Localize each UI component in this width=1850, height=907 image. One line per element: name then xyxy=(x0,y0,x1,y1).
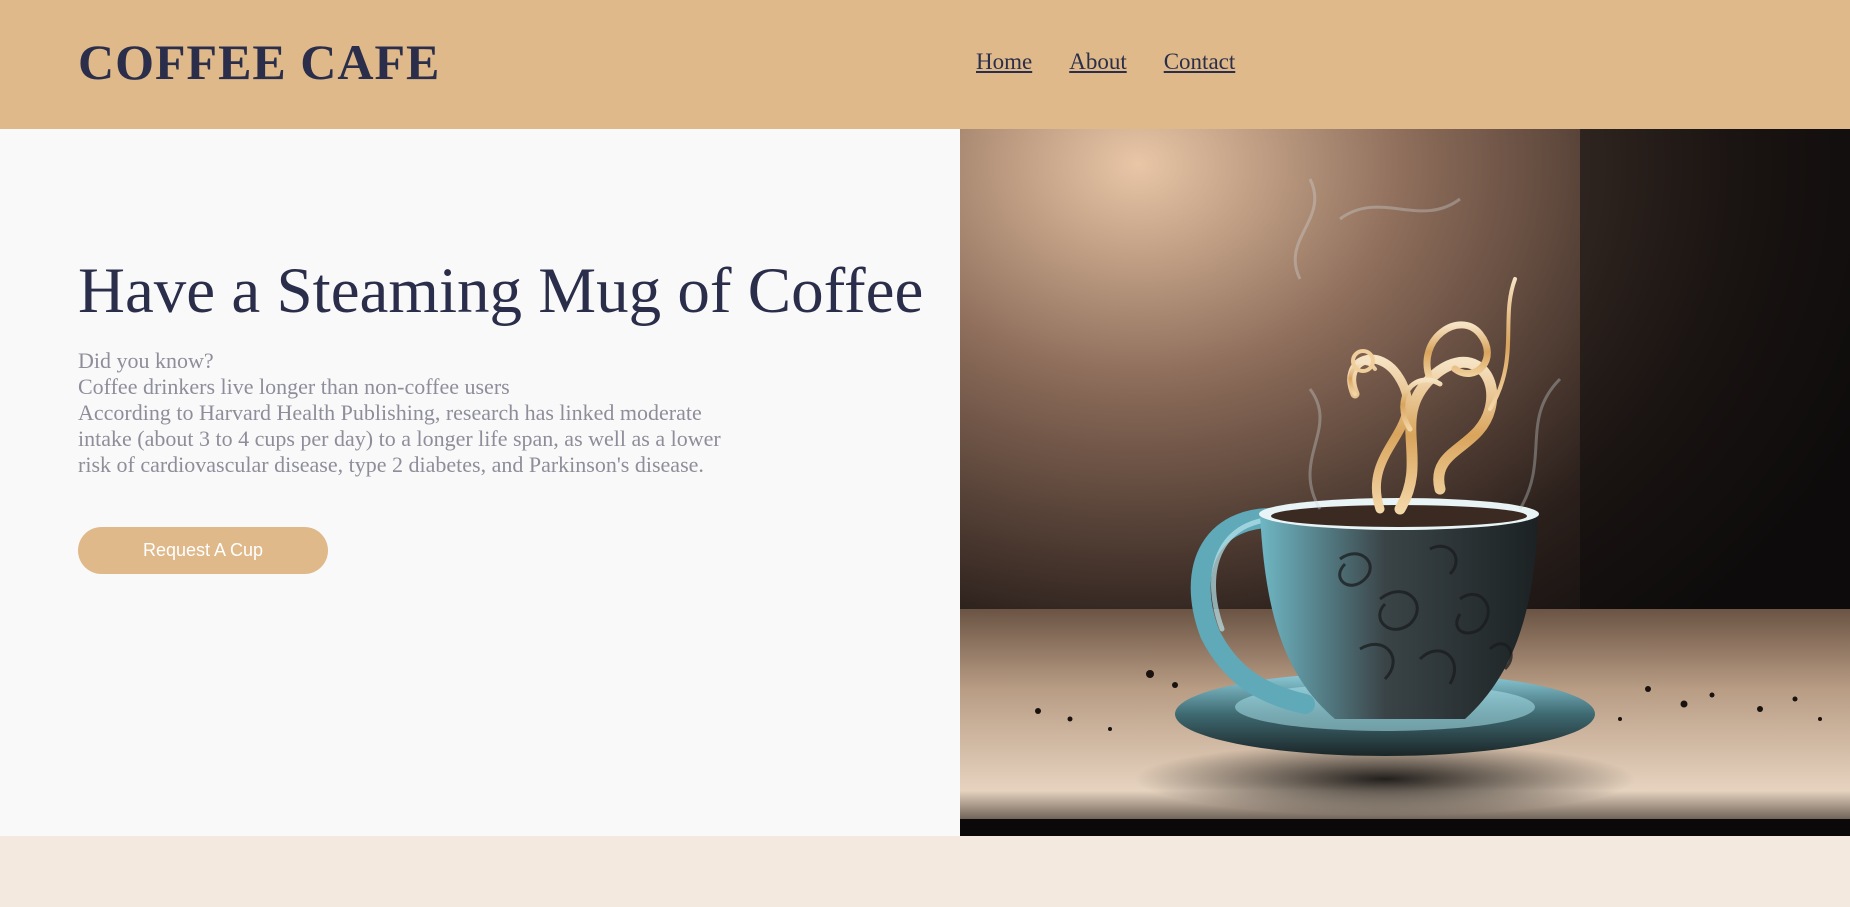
nav-link-contact[interactable]: Contact xyxy=(1164,48,1236,76)
site-header: COFFEE CAFE Home About Contact xyxy=(0,0,1850,129)
nav-link-about[interactable]: About xyxy=(1069,48,1127,76)
nav-link-home[interactable]: Home xyxy=(976,48,1032,76)
site-logo[interactable]: COFFEE CAFE xyxy=(78,34,440,90)
hero-line-claim: Coffee drinkers live longer than non-cof… xyxy=(78,374,510,399)
hero-description: Did you know? Coffee drinkers live longe… xyxy=(78,348,758,478)
coffee-cup-image xyxy=(960,129,1850,836)
footer-band xyxy=(0,836,1850,907)
hero-line-research: According to Harvard Health Publishing, … xyxy=(78,400,721,477)
request-cup-button[interactable]: Request A Cup xyxy=(78,527,328,574)
main-nav: Home About Contact xyxy=(976,48,1235,76)
hero-title: Have a Steaming Mug of Coffee xyxy=(78,255,924,327)
hero-line-did-you-know: Did you know? xyxy=(78,348,214,373)
hero-content: Have a Steaming Mug of Coffee Did you kn… xyxy=(0,129,960,836)
coffee-cup-illustration xyxy=(960,129,1850,836)
